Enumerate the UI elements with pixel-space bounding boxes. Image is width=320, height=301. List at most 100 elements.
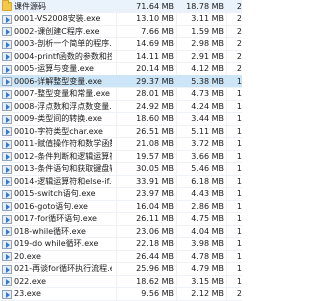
compressed-size: 18.78 MB bbox=[186, 1, 224, 11]
file-name: 022.exe bbox=[14, 276, 47, 286]
file-name: 019-do while循环.exe bbox=[14, 239, 99, 248]
compression-ratio: 2 bbox=[236, 1, 242, 11]
file-name: 018-while循环.exe bbox=[14, 226, 86, 236]
file-name: 0005-运算与变量.exe bbox=[14, 64, 94, 73]
video-file-icon bbox=[2, 202, 12, 211]
file-size: 9.56 MB bbox=[141, 289, 174, 298]
video-file-icon bbox=[2, 39, 12, 49]
video-file-icon bbox=[2, 64, 12, 74]
compressed-size: 3.98 MB bbox=[191, 239, 224, 248]
compressed-size: 6.18 MB bbox=[191, 176, 224, 186]
file-size: 7.66 MB bbox=[141, 26, 174, 36]
video-file-icon bbox=[2, 139, 12, 149]
compressed-size: 4.24 MB bbox=[191, 101, 224, 111]
video-file-icon bbox=[2, 264, 12, 274]
file-size: 14.69 MB bbox=[136, 39, 174, 48]
compression-ratio: 1 bbox=[236, 276, 242, 286]
compressed-size: 4.75 MB bbox=[191, 214, 224, 223]
video-file-icon bbox=[2, 277, 12, 286]
compressed-size: 2.86 MB bbox=[191, 201, 224, 211]
file-name: 0015-switch语句.exe bbox=[14, 189, 96, 198]
compression-ratio: 2 bbox=[236, 51, 242, 61]
video-file-icon bbox=[2, 164, 12, 174]
file-row[interactable]: 23.exe 9.56 MB 2.12 MB 2 bbox=[0, 288, 242, 301]
video-file-icon bbox=[2, 52, 12, 61]
compression-ratio: 2 bbox=[236, 64, 242, 73]
compression-ratio: 1 bbox=[236, 239, 242, 248]
compressed-size: 5.38 MB bbox=[191, 76, 224, 86]
compressed-size: 4.04 MB bbox=[191, 226, 224, 236]
file-name: 0016-goto语句.exe bbox=[14, 201, 88, 211]
compressed-size: 3.66 MB bbox=[191, 151, 224, 161]
video-file-icon bbox=[2, 152, 12, 161]
file-size: 29.37 MB bbox=[136, 76, 174, 86]
file-name: 0017-for循环语句.exe bbox=[14, 214, 97, 223]
file-size: 14.11 MB bbox=[136, 51, 174, 61]
file-size: 21.08 MB bbox=[136, 139, 174, 148]
compression-ratio: 2 bbox=[236, 289, 242, 298]
compression-ratio: 1 bbox=[236, 151, 242, 161]
file-name: 课件源码 bbox=[14, 1, 46, 11]
file-name: 0009-类型间的转换.exe bbox=[14, 114, 102, 123]
file-name: 0011-赋值操作符和数学函数.e... bbox=[14, 139, 112, 148]
file-size: 26.11 MB bbox=[136, 214, 174, 223]
compression-ratio: 2 bbox=[236, 39, 242, 48]
video-file-icon bbox=[2, 239, 12, 249]
compression-ratio: 1 bbox=[236, 226, 242, 236]
file-size: 71.64 MB bbox=[136, 1, 174, 11]
compressed-size: 3.44 MB bbox=[191, 114, 224, 123]
compressed-size: 4.73 MB bbox=[191, 89, 224, 98]
compressed-size: 4.79 MB bbox=[191, 264, 224, 273]
video-file-icon bbox=[2, 89, 12, 99]
compressed-size: 2.91 MB bbox=[191, 51, 224, 61]
file-size: 18.60 MB bbox=[136, 114, 174, 123]
file-size: 26.51 MB bbox=[136, 126, 174, 136]
compressed-size: 2.12 MB bbox=[191, 289, 224, 298]
file-name: 0007-整型变量和常量.exe bbox=[14, 89, 110, 98]
file-name: 0013-条件语句和获取键盘输... bbox=[14, 164, 112, 173]
video-file-icon bbox=[2, 289, 12, 299]
file-list: 课件源码 71.64 MB 18.78 MB 2 0001-VS2008安装.exe 13… bbox=[0, 0, 242, 301]
video-file-icon bbox=[2, 114, 12, 124]
compressed-size: 4.43 MB bbox=[191, 189, 224, 198]
video-file-icon bbox=[2, 177, 12, 186]
compressed-size: 3.11 MB bbox=[191, 14, 224, 23]
file-size: 30.05 MB bbox=[136, 164, 174, 173]
video-file-icon bbox=[2, 189, 12, 199]
compression-ratio: 1 bbox=[236, 164, 242, 173]
compression-ratio: 1 bbox=[236, 189, 242, 198]
file-size: 28.01 MB bbox=[136, 89, 174, 98]
file-name: 20.exe bbox=[14, 251, 41, 261]
file-name: 0010-字符类型char.exe bbox=[14, 126, 103, 136]
file-size: 19.57 MB bbox=[136, 151, 174, 161]
video-file-icon bbox=[2, 252, 12, 261]
file-size: 23.06 MB bbox=[136, 226, 174, 236]
compression-ratio: 1 bbox=[236, 114, 242, 123]
video-file-icon bbox=[2, 27, 12, 36]
file-size: 18.62 MB bbox=[136, 276, 174, 286]
file-size: 25.96 MB bbox=[136, 264, 174, 273]
file-size: 26.44 MB bbox=[136, 251, 174, 261]
video-file-icon bbox=[2, 14, 12, 24]
compression-ratio: 1 bbox=[236, 89, 242, 98]
file-size: 33.91 MB bbox=[136, 176, 174, 186]
file-name: 021-再谈for循环执行流程.exe bbox=[14, 264, 112, 273]
compressed-size: 4.78 MB bbox=[191, 251, 224, 261]
compression-ratio: 1 bbox=[236, 101, 242, 111]
file-size: 20.14 MB bbox=[136, 64, 174, 73]
file-name: 0014-逻辑运算符和else-if.exe bbox=[14, 176, 112, 186]
compressed-size: 1.59 MB bbox=[191, 26, 224, 36]
compression-ratio: 1 bbox=[236, 264, 242, 273]
compressed-size: 5.11 MB bbox=[191, 126, 224, 136]
compression-ratio: 1 bbox=[236, 139, 242, 148]
file-name: 23.exe bbox=[14, 289, 41, 298]
video-file-icon bbox=[2, 214, 12, 224]
compression-ratio: 1 bbox=[236, 176, 242, 186]
file-name: 0004-printf函数的参数和控制... bbox=[14, 51, 112, 61]
file-size: 16.04 MB bbox=[136, 201, 174, 211]
compressed-size: 3.15 MB bbox=[191, 276, 224, 286]
compressed-size: 2.98 MB bbox=[191, 39, 224, 48]
compression-ratio: 2 bbox=[236, 14, 242, 23]
compressed-size: 4.12 MB bbox=[191, 64, 224, 73]
compression-ratio: 1 bbox=[236, 201, 242, 211]
